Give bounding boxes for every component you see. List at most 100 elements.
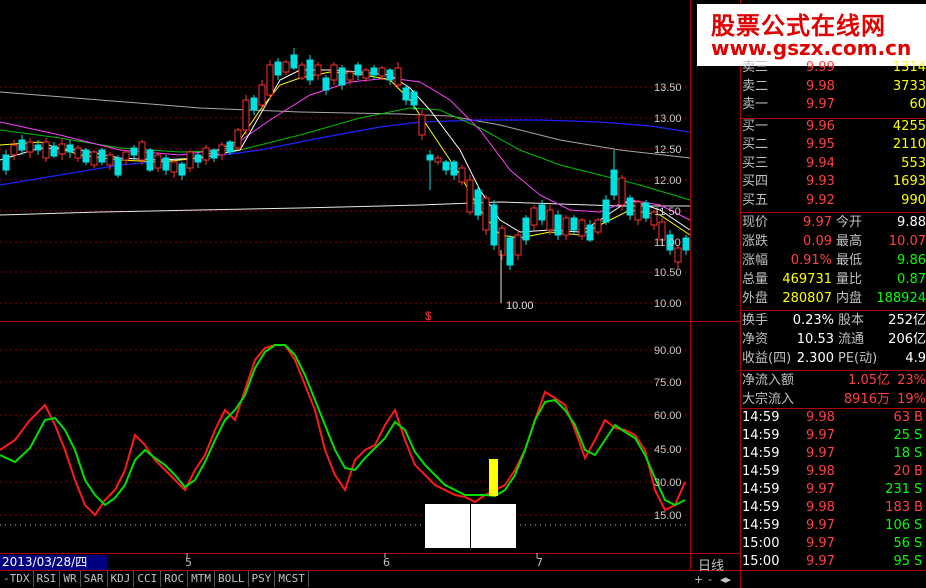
tick-time: 15:00 bbox=[742, 554, 780, 569]
tick-volume: 20 bbox=[893, 464, 910, 479]
order-price: 9.96 bbox=[806, 118, 835, 134]
quote-row: 买三 9.94 553 bbox=[740, 155, 926, 173]
candle-body bbox=[266, 64, 274, 96]
candle-body bbox=[418, 114, 426, 136]
price-axis-label: 10.50 bbox=[654, 267, 682, 279]
indicator-tab-boll[interactable]: BOLL bbox=[215, 571, 249, 587]
ma-gray-long bbox=[0, 91, 691, 159]
candle-body bbox=[482, 197, 490, 231]
candle-body bbox=[570, 217, 578, 231]
stat-label: 涨幅 bbox=[742, 253, 769, 268]
zoom-in-button[interactable]: + bbox=[694, 573, 703, 586]
tick-price: 9.97 bbox=[806, 518, 835, 533]
candle-body bbox=[218, 144, 226, 156]
indicator-tab-roc[interactable]: ROC bbox=[161, 571, 189, 587]
quote-row: 涨幅 0.91% 最低 9.86 bbox=[740, 252, 926, 270]
indicator-tab-cci[interactable]: CCI bbox=[134, 571, 162, 587]
stat-value-2: 0.87 bbox=[897, 272, 926, 287]
candle-body bbox=[434, 157, 442, 163]
order-label: 买三 bbox=[742, 155, 769, 171]
tick-price: 9.98 bbox=[806, 464, 835, 479]
order-label: 买五 bbox=[742, 192, 769, 208]
candle-body bbox=[274, 61, 282, 76]
candle-body bbox=[498, 227, 506, 256]
quote-row: 14:59 9.97 25 S bbox=[740, 427, 926, 445]
quote-row: 买二 9.95 2110 bbox=[740, 136, 926, 154]
tick-side: B bbox=[914, 410, 923, 425]
candle-body bbox=[402, 87, 410, 101]
quote-row: 涨跌 0.09 最高 10.07 bbox=[740, 233, 926, 251]
indicator-tab-sar[interactable]: SAR bbox=[81, 571, 108, 587]
period-label[interactable]: 日线 bbox=[698, 555, 724, 574]
candle-body bbox=[586, 224, 594, 241]
osc-axis-label: 45.00 bbox=[654, 444, 682, 456]
stat-label: 现价 bbox=[742, 215, 769, 230]
candle-body bbox=[82, 149, 90, 163]
order-label: 卖一 bbox=[742, 97, 769, 112]
candlesticks[interactable] bbox=[2, 48, 690, 270]
tick-price: 9.97 bbox=[806, 482, 835, 497]
candle-body bbox=[98, 149, 106, 163]
quote-row: 买四 9.93 1693 bbox=[740, 173, 926, 191]
candle-body bbox=[130, 147, 138, 156]
finance-value: 10.53 bbox=[796, 332, 834, 347]
tick-volume: 63 bbox=[893, 410, 910, 425]
order-price: 9.98 bbox=[806, 78, 835, 94]
price-axis-label: 11.50 bbox=[654, 206, 681, 218]
tick-time: 14:59 bbox=[742, 428, 780, 443]
candle-body bbox=[42, 141, 50, 159]
price-axis-label: 10.00 bbox=[654, 298, 682, 310]
tick-time: 14:59 bbox=[742, 446, 780, 461]
indicator-tab-tdx[interactable]: -TDX bbox=[0, 571, 34, 587]
indicator-tab-psy[interactable]: PSY bbox=[249, 571, 276, 587]
flow-pct: 23% bbox=[897, 373, 926, 388]
flow-value: 1.05亿 bbox=[848, 373, 890, 388]
price-axis-label: 13.50 bbox=[654, 82, 682, 94]
order-volume: 4255 bbox=[892, 118, 926, 134]
stat-value: 469731 bbox=[782, 272, 832, 287]
candle-body bbox=[298, 64, 306, 79]
order-label: 买一 bbox=[742, 118, 769, 134]
candle-body bbox=[378, 67, 386, 77]
candle-body bbox=[610, 169, 618, 196]
tick-time: 14:59 bbox=[742, 410, 780, 425]
candle-body bbox=[514, 234, 522, 256]
tick-volume: 25 bbox=[893, 428, 910, 443]
osc-red-line bbox=[0, 344, 686, 517]
candle-body bbox=[562, 217, 570, 236]
candle-body bbox=[506, 237, 514, 266]
zoom-out-button[interactable]: - bbox=[708, 573, 712, 586]
candle-body bbox=[394, 67, 402, 86]
candle-body bbox=[314, 64, 322, 76]
candle-body bbox=[594, 219, 602, 233]
stat-label: 涨跌 bbox=[742, 234, 769, 249]
quote-row: 15:00 9.97 95 S bbox=[740, 553, 926, 570]
candle-body bbox=[530, 207, 538, 226]
stat-label: 总量 bbox=[742, 272, 769, 287]
order-volume: 2110 bbox=[892, 137, 926, 152]
order-price: 9.93 bbox=[806, 174, 835, 189]
indicator-tab-rsi[interactable]: RSI bbox=[34, 571, 61, 587]
tick-time: 14:59 bbox=[742, 500, 780, 515]
finance-label: 收益(四) bbox=[742, 351, 792, 366]
order-price: 9.94 bbox=[806, 155, 835, 171]
tick-price: 9.98 bbox=[806, 410, 835, 425]
x-tick-6: 6 bbox=[383, 556, 390, 569]
stat-value: 0.91% bbox=[790, 253, 832, 268]
candle-body bbox=[306, 59, 314, 81]
finance-label-2: 股本 bbox=[838, 313, 865, 328]
candle-body bbox=[490, 204, 498, 246]
order-label: 卖二 bbox=[742, 78, 769, 94]
indicator-tab-wr[interactable]: WR bbox=[60, 571, 81, 587]
flow-label: 净流入额 bbox=[742, 373, 795, 388]
scroll-arrows[interactable]: ◂▸ bbox=[720, 573, 731, 586]
indicator-tab-mcst[interactable]: MCST bbox=[275, 571, 309, 587]
indicator-tab-kdj[interactable]: KDJ bbox=[108, 571, 135, 587]
finance-value: 2.300 bbox=[796, 351, 834, 366]
price-axis-label: 13.00 bbox=[654, 113, 682, 125]
order-price: 9.92 bbox=[806, 192, 835, 208]
stat-value-2: 9.86 bbox=[897, 253, 926, 268]
candle-body bbox=[226, 141, 234, 153]
indicator-tab-mtm[interactable]: MTM bbox=[188, 571, 215, 587]
tick-side: S bbox=[914, 446, 923, 461]
